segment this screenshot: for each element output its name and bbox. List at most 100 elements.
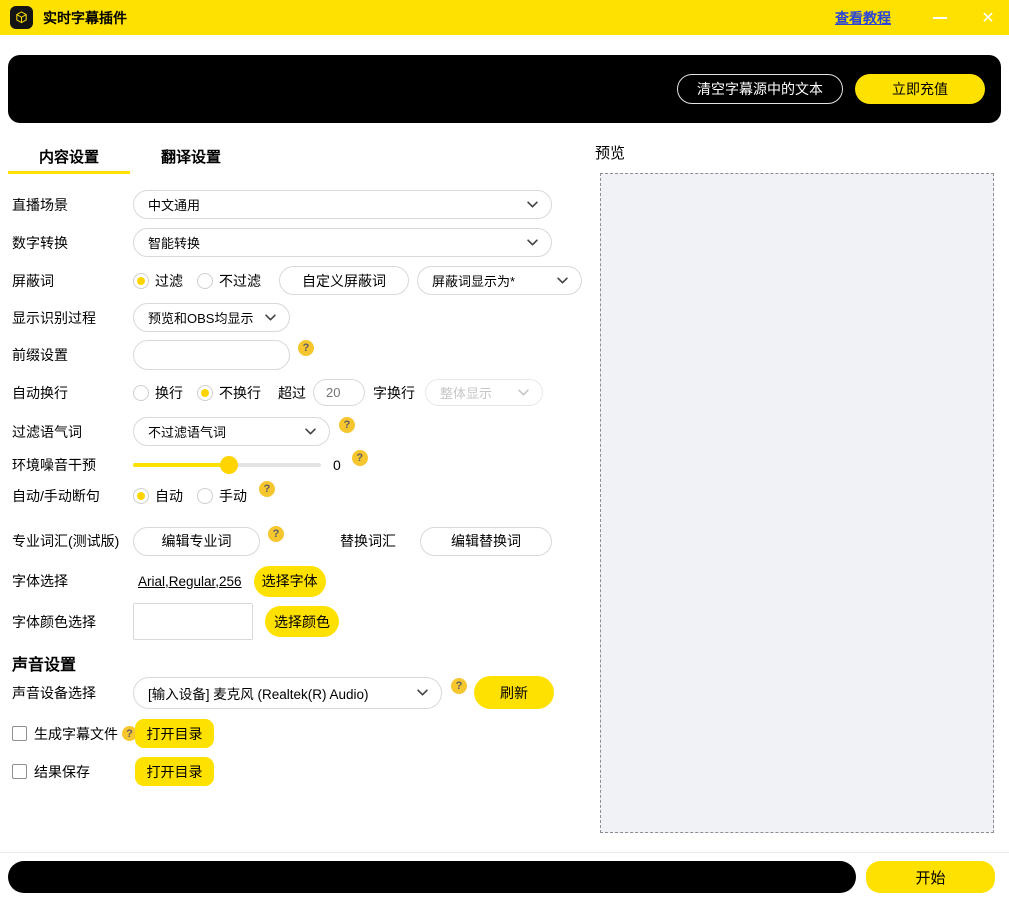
start-button[interactable]: 开始 xyxy=(866,861,995,893)
titlebar: 实时字幕插件 查看教程 ✕ xyxy=(0,0,1009,35)
noise-label: 环境噪音干预 xyxy=(12,455,133,475)
live-scene-value: 中文通用 xyxy=(148,195,200,214)
show-process-value: 预览和OBS均显示 xyxy=(148,308,253,327)
preview-title: 预览 xyxy=(595,142,625,163)
result-save-label[interactable]: 结果保存 xyxy=(34,762,90,782)
wrap-mode-value: 整体显示 xyxy=(440,383,492,402)
settings-tabs: 内容设置 翻译设置 xyxy=(8,144,252,174)
wrap-count-input[interactable] xyxy=(313,379,365,406)
seg-auto-radio[interactable] xyxy=(133,488,149,504)
auto-wrap-row: 自动换行 换行 不换行 超过 字换行 整体显示 xyxy=(12,379,543,406)
filter-modal-label: 过滤语气词 xyxy=(12,422,133,442)
wrap-yes-radio[interactable] xyxy=(133,385,149,401)
chevron-down-icon xyxy=(265,314,276,321)
edit-professional-words-button[interactable]: 编辑专业词 xyxy=(133,527,260,556)
number-convert-value: 智能转换 xyxy=(148,233,200,252)
chevron-down-icon xyxy=(305,428,316,435)
refresh-device-button[interactable]: 刷新 xyxy=(474,676,554,709)
seg-auto-label[interactable]: 自动 xyxy=(155,486,183,506)
segmentation-help-icon[interactable]: ? xyxy=(259,481,275,497)
wrap-no-label[interactable]: 不换行 xyxy=(219,383,261,403)
font-color-label: 字体颜色选择 xyxy=(12,612,133,632)
block-nofilter-label[interactable]: 不过滤 xyxy=(219,271,261,291)
tab-translate-settings[interactable]: 翻译设置 xyxy=(130,144,252,174)
seg-manual-label[interactable]: 手动 xyxy=(219,486,247,506)
filter-modal-help-icon[interactable]: ? xyxy=(339,417,355,433)
minimize-button[interactable] xyxy=(925,6,955,30)
chevron-down-icon xyxy=(557,277,568,284)
cube-icon xyxy=(14,10,29,25)
noise-slider[interactable] xyxy=(133,456,321,474)
custom-blocked-words-button[interactable]: 自定义屏蔽词 xyxy=(279,266,409,295)
wrap-over-label: 超过 xyxy=(278,383,306,403)
sound-device-value: [输入设备] 麦克风 (Realtek(R) Audio) xyxy=(148,683,369,703)
recharge-button[interactable]: 立即充值 xyxy=(855,74,985,104)
chevron-down-icon xyxy=(417,689,428,696)
noise-slider-thumb[interactable] xyxy=(220,456,238,474)
footer-divider xyxy=(0,852,1009,853)
preview-area xyxy=(600,173,994,833)
show-process-select[interactable]: 预览和OBS均显示 xyxy=(133,303,290,332)
current-font-link[interactable]: Arial,Regular,256 xyxy=(138,574,242,589)
live-scene-row: 直播场景 中文通用 xyxy=(12,190,552,219)
prefix-label: 前缀设置 xyxy=(12,345,133,365)
noise-help-icon[interactable]: ? xyxy=(352,450,368,466)
app-logo-cube-icon xyxy=(10,6,33,29)
subtitle-file-row: 生成字幕文件 ? 打开目录 xyxy=(12,719,137,748)
font-color-row: 字体颜色选择 选择颜色 xyxy=(12,603,339,640)
subtitle-file-label[interactable]: 生成字幕文件 xyxy=(34,724,118,744)
result-save-row: 结果保存 打开目录 xyxy=(12,757,90,786)
prefix-help-icon[interactable]: ? xyxy=(298,340,314,356)
wrap-no-radio[interactable] xyxy=(197,385,213,401)
tutorial-link[interactable]: 查看教程 xyxy=(835,8,891,28)
wrap-yes-label[interactable]: 换行 xyxy=(155,383,183,403)
professional-words-help-icon[interactable]: ? xyxy=(268,526,284,542)
block-nofilter-radio[interactable] xyxy=(197,273,213,289)
chevron-down-icon xyxy=(527,239,538,246)
tab-content-settings[interactable]: 内容设置 xyxy=(8,144,130,174)
block-filter-label[interactable]: 过滤 xyxy=(155,271,183,291)
close-button[interactable]: ✕ xyxy=(973,6,1003,30)
edit-replace-words-button[interactable]: 编辑替换词 xyxy=(420,527,552,556)
sound-device-help-icon[interactable]: ? xyxy=(451,678,467,694)
open-result-dir-button[interactable]: 打开目录 xyxy=(135,757,214,786)
professional-words-label: 专业词汇(测试版) xyxy=(12,531,133,551)
show-process-label: 显示识别过程 xyxy=(12,308,133,328)
live-scene-select[interactable]: 中文通用 xyxy=(133,190,552,219)
segmentation-label: 自动/手动断句 xyxy=(12,486,133,506)
status-bar xyxy=(8,861,856,893)
font-select-label: 字体选择 xyxy=(12,571,133,591)
result-save-checkbox[interactable] xyxy=(12,764,27,779)
filter-modal-select[interactable]: 不过滤语气词 xyxy=(133,417,330,446)
seg-manual-radio[interactable] xyxy=(197,488,213,504)
choose-color-button[interactable]: 选择颜色 xyxy=(265,606,339,637)
blocked-words-display-select[interactable]: 屏蔽词显示为* xyxy=(417,266,582,295)
block-filter-radio[interactable] xyxy=(133,273,149,289)
live-scene-label: 直播场景 xyxy=(12,195,133,215)
replace-words-label: 替换词汇 xyxy=(340,531,396,551)
blocked-words-display-value: 屏蔽词显示为* xyxy=(432,271,515,290)
prefix-row: 前缀设置 ? xyxy=(12,340,314,370)
noise-value: 0 xyxy=(333,457,341,473)
sound-device-select[interactable]: [输入设备] 麦克风 (Realtek(R) Audio) xyxy=(133,677,442,709)
sound-device-label: 声音设备选择 xyxy=(12,683,133,703)
wrap-mode-select[interactable]: 整体显示 xyxy=(425,379,543,406)
font-color-input[interactable] xyxy=(133,603,253,640)
font-select-row: 字体选择 Arial,Regular,256 选择字体 xyxy=(12,566,326,596)
top-banner: 清空字幕源中的文本 立即充值 xyxy=(8,55,1001,123)
wrap-suffix-label: 字换行 xyxy=(373,383,415,403)
subtitle-file-checkbox[interactable] xyxy=(12,726,27,741)
chevron-down-icon xyxy=(518,389,529,396)
clear-subtitle-source-button[interactable]: 清空字幕源中的文本 xyxy=(677,74,843,104)
sound-device-row: 声音设备选择 [输入设备] 麦克风 (Realtek(R) Audio) ? 刷… xyxy=(12,676,554,709)
choose-font-button[interactable]: 选择字体 xyxy=(254,566,326,597)
number-convert-row: 数字转换 智能转换 xyxy=(12,228,552,257)
professional-words-row: 专业词汇(测试版) 编辑专业词 ? 替换词汇 编辑替换词 xyxy=(12,526,557,556)
open-subtitle-dir-button[interactable]: 打开目录 xyxy=(135,719,214,748)
prefix-input[interactable] xyxy=(133,340,290,370)
number-convert-select[interactable]: 智能转换 xyxy=(133,228,552,257)
app-title: 实时字幕插件 xyxy=(43,8,127,28)
sound-settings-title: 声音设置 xyxy=(12,651,76,675)
filter-modal-row: 过滤语气词 不过滤语气词 ? xyxy=(12,417,355,446)
show-process-row: 显示识别过程 预览和OBS均显示 xyxy=(12,303,290,332)
